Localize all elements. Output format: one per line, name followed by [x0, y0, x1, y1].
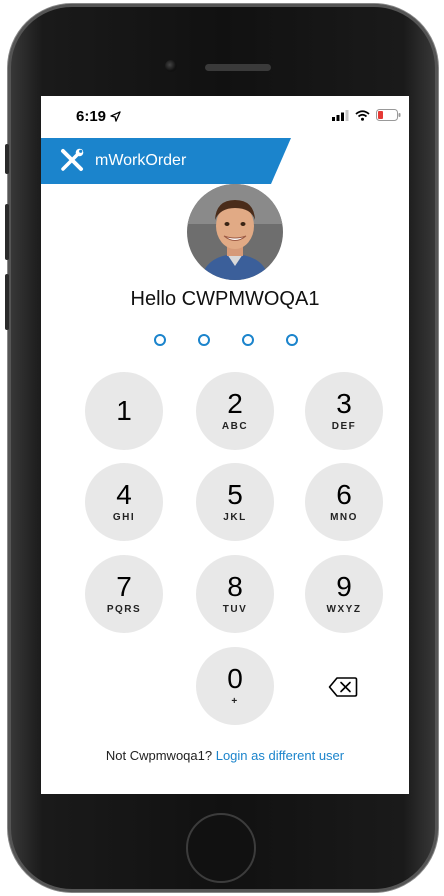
wifi-icon — [355, 109, 370, 121]
keypad-key-0[interactable]: 0 + — [196, 647, 274, 725]
avatar-photo — [187, 184, 283, 280]
key-digit: 3 — [336, 388, 352, 419]
home-button[interactable] — [186, 813, 256, 883]
keypad-key-9[interactable]: 9 WXYZ — [305, 555, 383, 633]
key-digit: 1 — [116, 395, 132, 426]
user-avatar — [187, 184, 283, 280]
key-digit: 4 — [116, 479, 132, 510]
pin-indicator — [154, 334, 298, 346]
status-bar: 6:19 — [41, 96, 409, 138]
key-digit: 2 — [227, 388, 243, 419]
key-letters: + — [231, 696, 239, 707]
volume-up-button — [5, 204, 9, 260]
battery-icon — [376, 109, 401, 121]
key-digit: 6 — [336, 479, 352, 510]
key-digit: 9 — [336, 571, 352, 602]
backspace-icon — [328, 677, 358, 697]
keypad-key-2[interactable]: 2 ABC — [196, 372, 274, 450]
phone-screen: 6:19 mWorkOrder Hello CWPMWOQA1 1 2 ABC … — [41, 96, 409, 794]
front-camera — [165, 60, 177, 72]
key-digit: 8 — [227, 571, 243, 602]
earpiece-speaker — [205, 64, 271, 71]
brand-header: mWorkOrder — [41, 138, 291, 184]
key-letters: DEF — [331, 421, 357, 432]
key-letters: ABC — [221, 421, 249, 432]
not-user-prompt: Not Cwpmwoqa1? — [105, 748, 213, 763]
keypad-key-7[interactable]: 7 PQRS — [85, 555, 163, 633]
app-name: mWorkOrder — [95, 152, 187, 169]
status-icons — [332, 109, 401, 121]
key-letters: WXYZ — [326, 604, 362, 615]
key-digit: 0 — [227, 663, 243, 694]
pin-dot — [286, 334, 298, 346]
pin-dot — [198, 334, 210, 346]
pin-dot — [154, 334, 166, 346]
switch-user-footer: Not Cwpmwoqa1? Login as different user — [41, 748, 409, 763]
signal-icon — [332, 109, 349, 121]
key-letters: JKL — [223, 512, 247, 523]
keypad-key-4[interactable]: 4 GHI — [85, 463, 163, 541]
login-different-user-link[interactable]: Login as different user — [216, 748, 344, 763]
status-time: 6:19 — [76, 108, 121, 125]
keypad-key-8[interactable]: 8 TUV — [196, 555, 274, 633]
key-letters: PQRS — [106, 604, 142, 615]
mute-switch — [5, 144, 9, 174]
pin-dot — [242, 334, 254, 346]
keypad-key-6[interactable]: 6 MNO — [305, 463, 383, 541]
key-digit: 7 — [116, 571, 132, 602]
keypad-key-1[interactable]: 1 — [85, 372, 163, 450]
keypad-key-3[interactable]: 3 DEF — [305, 372, 383, 450]
key-letters: TUV — [222, 604, 248, 615]
key-letters: GHI — [112, 512, 136, 523]
location-arrow-icon — [110, 111, 121, 122]
keypad-key-5[interactable]: 5 JKL — [196, 463, 274, 541]
tools-icon — [61, 148, 84, 171]
key-digit: 5 — [227, 479, 243, 510]
greeting-text: Hello CWPMWOQA1 — [130, 288, 320, 310]
key-letters: MNO — [330, 512, 358, 523]
volume-down-button — [5, 274, 9, 330]
backspace-button[interactable] — [326, 670, 360, 704]
